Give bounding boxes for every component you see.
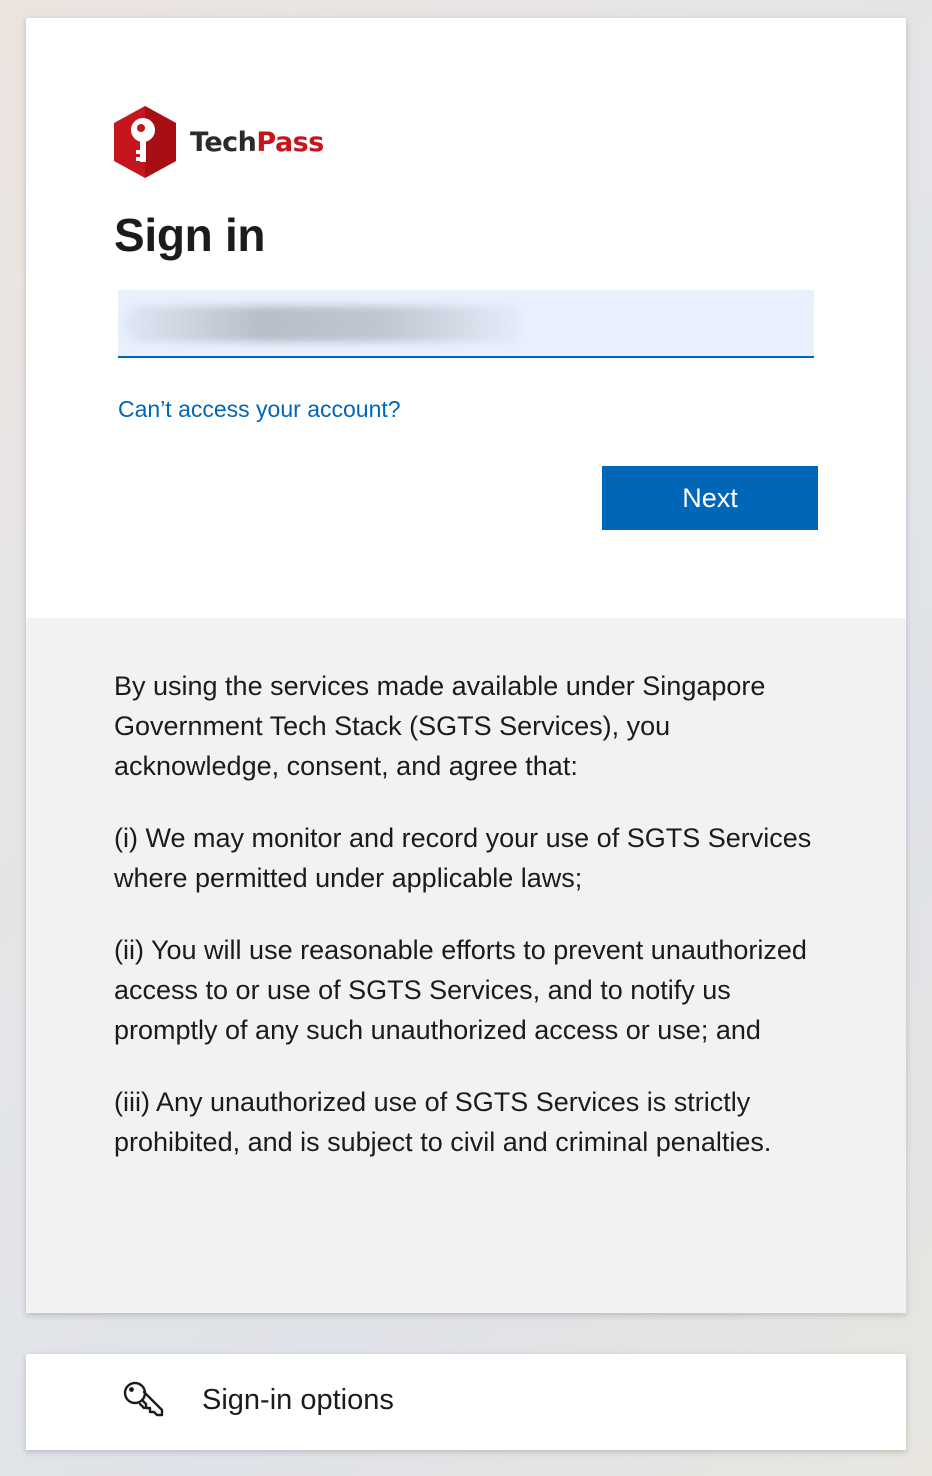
notice-text: By using the services made available und… [114, 666, 834, 1194]
notice-paragraph-i: (i) We may monitor and record your use o… [114, 823, 812, 893]
brand-name-pass: Pass [256, 126, 324, 158]
next-button[interactable]: Next [602, 466, 818, 530]
page-title: Sign in [114, 209, 266, 261]
brand-name-tech: Tech [190, 126, 257, 158]
techpass-logo: TechPass [112, 104, 324, 180]
cant-access-account-link[interactable]: Can’t access your account? [118, 396, 401, 423]
key-icon [123, 1381, 164, 1417]
email-field[interactable] [118, 290, 814, 358]
signin-options-button[interactable]: Sign-in options [26, 1354, 906, 1450]
notice-paragraph-ii: (ii) You will use reasonable efforts to … [114, 935, 807, 1045]
signin-options-label: Sign-in options [202, 1384, 394, 1416]
terms-notice: By using the services made available und… [26, 618, 906, 1313]
brand-name: TechPass [190, 127, 324, 158]
techpass-shield-icon [114, 106, 176, 178]
notice-paragraph-iii: (iii) Any unauthorized use of SGTS Servi… [114, 1087, 772, 1157]
signin-card: TechPass Sign in Can’t access your accou… [26, 18, 906, 1313]
notice-paragraph-intro: By using the services made available und… [114, 671, 766, 781]
signin-panel: TechPass Sign in Can’t access your accou… [26, 18, 906, 618]
email-value-redacted [124, 306, 524, 342]
